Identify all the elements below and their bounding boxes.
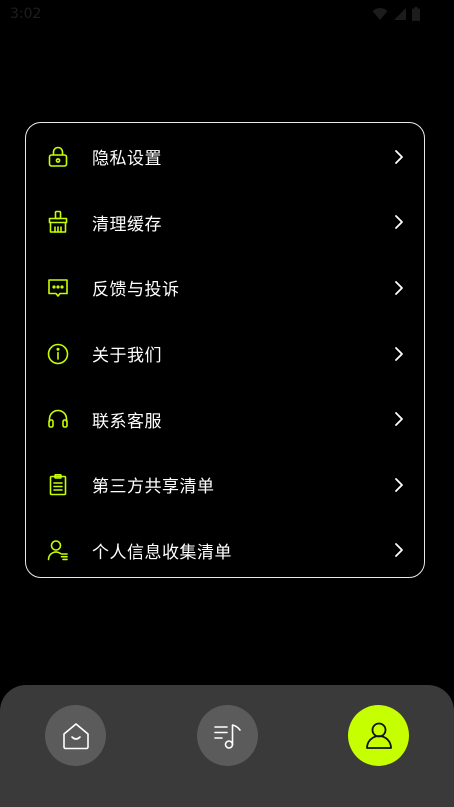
menu-item-label: 第三方共享清单 — [92, 477, 215, 498]
bottom-navigation — [0, 685, 454, 807]
menu-item-label: 清理缓存 — [92, 214, 162, 235]
message-icon — [46, 276, 70, 300]
menu-item-third-party-sharing[interactable]: 第三方共享清单 — [26, 452, 424, 518]
menu-item-label: 关于我们 — [92, 346, 162, 367]
menu-item-label: 反馈与投诉 — [92, 280, 180, 301]
chevron-right-icon — [395, 149, 403, 164]
lock-icon — [46, 145, 70, 169]
info-icon — [46, 342, 70, 366]
clipboard-icon — [46, 473, 70, 497]
profile-icon — [365, 722, 392, 749]
menu-item-label: 个人信息收集清单 — [92, 542, 232, 563]
signal-icon — [394, 8, 406, 20]
home-icon — [62, 722, 89, 749]
nav-profile-button[interactable] — [348, 705, 409, 766]
chevron-right-icon — [395, 281, 403, 295]
status-icons — [372, 7, 420, 21]
menu-item-clear-cache[interactable]: 清理缓存 — [26, 190, 424, 256]
wifi-icon — [372, 8, 388, 20]
menu-item-about-us[interactable]: 关于我们 — [26, 321, 424, 387]
music-list-icon — [213, 723, 241, 749]
settings-menu-card: 隐私设置 清理缓存 反馈与投诉 关于我们 联系客服 第三方共享清单 个人信息收集… — [25, 122, 425, 578]
menu-item-personal-info-collection[interactable]: 个人信息收集清单 — [26, 518, 424, 584]
menu-item-privacy-settings[interactable]: 隐私设置 — [26, 124, 424, 190]
status-time: 3:02 — [10, 6, 42, 22]
chevron-right-icon — [395, 346, 403, 361]
menu-item-contact-support[interactable]: 联系客服 — [26, 386, 424, 452]
menu-item-label: 联系客服 — [92, 411, 162, 432]
chevron-right-icon — [395, 543, 403, 558]
chevron-right-icon — [395, 215, 403, 230]
broom-icon — [46, 210, 70, 234]
nav-home-button[interactable] — [45, 705, 106, 766]
chevron-right-icon — [395, 412, 403, 427]
battery-icon — [412, 7, 420, 21]
headset-icon — [46, 407, 70, 431]
menu-item-label: 隐私设置 — [92, 149, 162, 170]
status-bar: 3:02 — [0, 0, 454, 32]
nav-music-button[interactable] — [197, 705, 258, 766]
user-list-icon — [46, 538, 70, 562]
menu-item-feedback[interactable]: 反馈与投诉 — [26, 255, 424, 321]
chevron-right-icon — [395, 477, 403, 492]
